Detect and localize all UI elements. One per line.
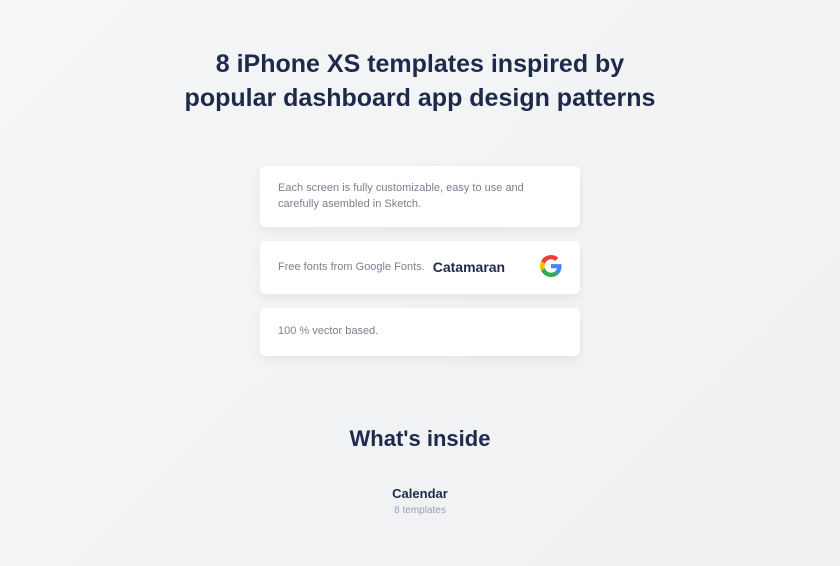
feature-cards: Each screen is fully customizable, easy …	[260, 166, 580, 356]
font-name-label: Catamaran	[433, 259, 505, 275]
font-left: Free fonts from Google Fonts. Catamaran	[278, 259, 505, 276]
title-line-1: 8 iPhone XS templates inspired by	[216, 50, 624, 78]
section-title: Calendar	[392, 486, 448, 501]
page-container: 8 iPhone XS templates inspired by popula…	[0, 0, 840, 516]
fonts-text: Free fonts from Google Fonts.	[278, 259, 425, 276]
google-icon	[540, 255, 562, 280]
vector-text: 100 % vector based.	[278, 323, 378, 340]
feature-card-fonts: Free fonts from Google Fonts. Catamaran	[260, 241, 580, 294]
whats-inside-heading: What's inside	[350, 426, 491, 452]
section-subtitle: 8 templates	[394, 505, 446, 516]
font-row: Free fonts from Google Fonts. Catamaran	[278, 255, 562, 280]
title-line-2: popular dashboard app design patterns	[185, 84, 656, 112]
feature-card-vector: 100 % vector based.	[260, 308, 580, 356]
page-title: 8 iPhone XS templates inspired by popula…	[185, 48, 656, 116]
feature-text: Each screen is fully customizable, easy …	[278, 180, 562, 213]
feature-card-customizable: Each screen is fully customizable, easy …	[260, 166, 580, 227]
